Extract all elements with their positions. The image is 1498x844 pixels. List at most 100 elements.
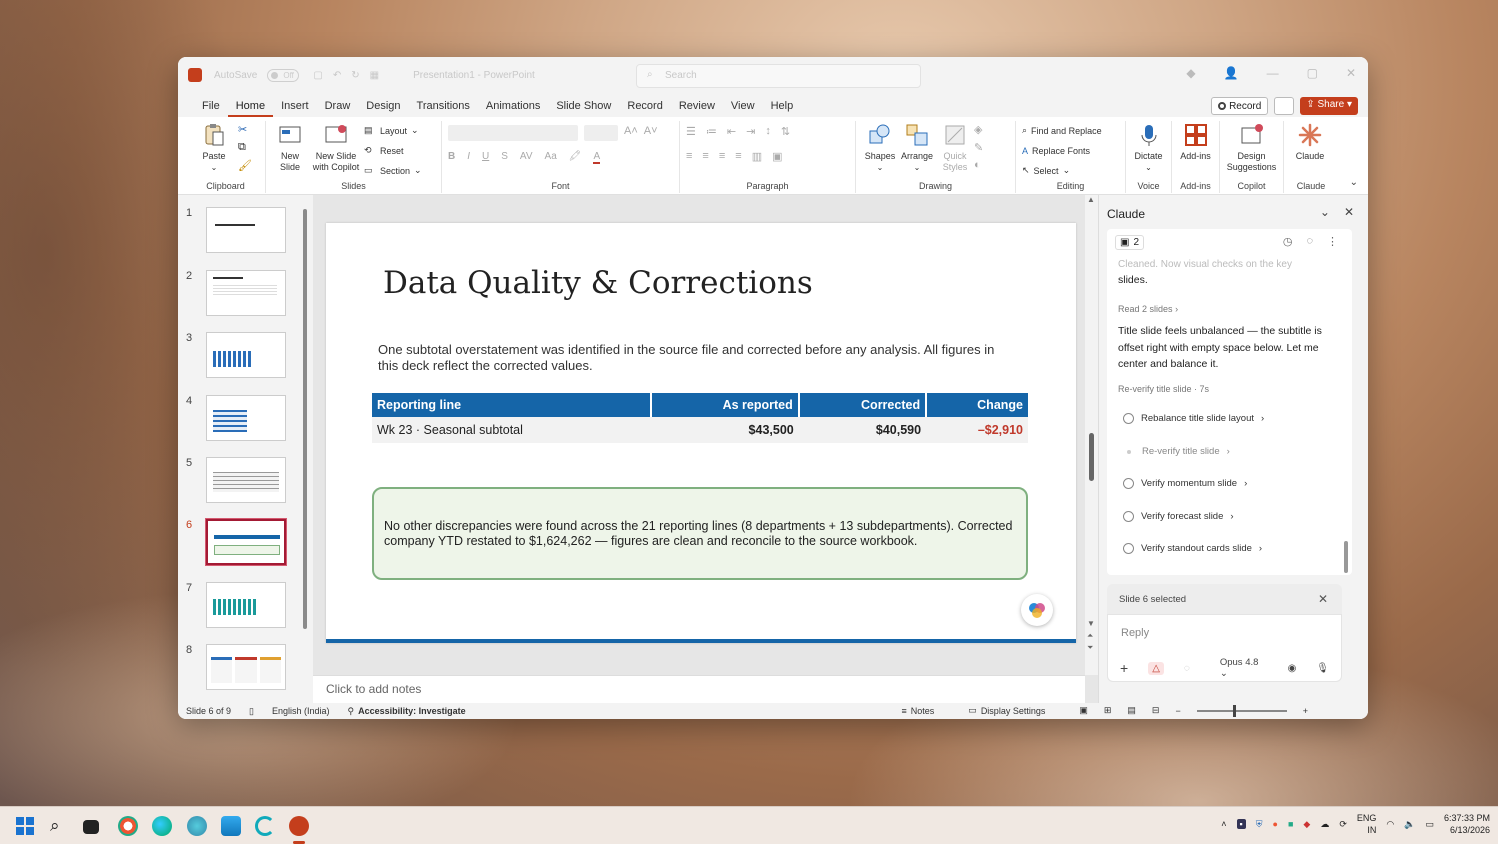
- close-icon[interactable]: ✕: [1344, 205, 1354, 219]
- chrome-icon[interactable]: [118, 816, 138, 836]
- editor-scroll-thumb[interactable]: [1089, 433, 1094, 481]
- copy-icon[interactable]: ⧉: [238, 141, 252, 154]
- app-icon[interactable]: [187, 816, 207, 836]
- microphone-icon[interactable]: 🎙: [1316, 663, 1329, 674]
- file-explorer-icon[interactable]: [221, 816, 241, 836]
- wifi-icon[interactable]: ◠: [1386, 819, 1394, 830]
- save-icon[interactable]: ▢: [313, 70, 322, 81]
- edge-icon[interactable]: [152, 816, 172, 836]
- editor-scrollbar[interactable]: ▲ ▼ ⏶ ⏷: [1085, 195, 1098, 675]
- align-right-icon[interactable]: ≡: [719, 150, 725, 163]
- tray-red-icon[interactable]: ◆: [1303, 819, 1310, 830]
- replace-fonts-button[interactable]: A Replace Fonts: [1022, 143, 1102, 158]
- tray-cloud-icon[interactable]: ☁: [1320, 819, 1329, 830]
- tray-green-icon[interactable]: ■: [1288, 819, 1293, 829]
- task-item[interactable]: Verify standout cards slide ›: [1123, 543, 1262, 554]
- align-center-icon[interactable]: ≡: [702, 150, 708, 163]
- text-direction-icon[interactable]: ⇅: [781, 125, 790, 138]
- callout-box[interactable]: No other discrepancies were found across…: [372, 487, 1028, 580]
- thumbnail-slide-1[interactable]: 1: [186, 207, 286, 257]
- bold-icon[interactable]: B: [448, 151, 455, 164]
- customize-qat-icon[interactable]: ▦: [370, 70, 379, 81]
- model-selector[interactable]: Opus 4.8 ⌄: [1220, 657, 1268, 679]
- thumbnail-slide-6[interactable]: 6: [186, 518, 287, 569]
- thumbnails-scroll-thumb[interactable]: [303, 209, 307, 629]
- shape-fill-icon[interactable]: ◈: [974, 123, 983, 136]
- thumbnail-slide-7[interactable]: 7: [186, 582, 286, 632]
- shrink-font-icon[interactable]: A˅: [644, 125, 658, 141]
- reply-input[interactable]: Reply + △ ◌ Opus 4.8 ⌄ ◉ 🎙: [1107, 614, 1342, 682]
- slide-title[interactable]: Data Quality & Corrections: [383, 265, 813, 301]
- loading-icon[interactable]: ◌: [1184, 663, 1190, 674]
- sync-icon[interactable]: ⟳: [1339, 819, 1347, 830]
- justify-icon[interactable]: ≡: [735, 150, 741, 163]
- autosave-toggle[interactable]: Off: [267, 68, 300, 82]
- line-spacing-icon[interactable]: ↕: [765, 125, 771, 138]
- clock[interactable]: 6:37:33 PM 6/13/2026: [1444, 812, 1490, 836]
- numbering-icon[interactable]: ≔: [706, 125, 717, 138]
- zoom-slider[interactable]: [1196, 704, 1287, 717]
- redo-icon[interactable]: ↻: [351, 70, 359, 81]
- notes-pane[interactable]: Click to add notes: [313, 675, 1085, 703]
- account-icon[interactable]: 👤: [1224, 66, 1239, 80]
- layout-button[interactable]: ▤ Layout ⌄: [364, 123, 422, 138]
- align-text-icon[interactable]: ▣: [772, 150, 782, 163]
- slide-canvas[interactable]: Data Quality & Corrections One subtotal …: [326, 223, 1076, 643]
- search-icon[interactable]: ⌕: [50, 816, 70, 836]
- chevron-up-icon[interactable]: ˄: [1221, 819, 1226, 829]
- thumbnail-slide-2[interactable]: 2: [186, 270, 286, 320]
- task-item[interactable]: Rebalance title slide layout ›: [1123, 413, 1264, 424]
- task-view-icon[interactable]: [83, 820, 99, 834]
- thumbnail-slide-3[interactable]: 3: [186, 332, 286, 382]
- slide-subtitle[interactable]: One subtotal overstatement was identifie…: [378, 342, 1018, 374]
- minimize-icon[interactable]: —: [1267, 66, 1279, 80]
- share-button[interactable]: ⇪ Share ▾: [1300, 97, 1358, 115]
- slide-sorter-icon[interactable]: ⊞: [1104, 705, 1112, 716]
- chat-scroll-thumb[interactable]: [1344, 541, 1348, 573]
- shape-effects-icon[interactable]: ◐: [974, 159, 983, 171]
- maximize-icon[interactable]: ▢: [1307, 66, 1318, 80]
- add-attachment-icon[interactable]: +: [1120, 660, 1128, 676]
- zoom-in-icon[interactable]: +: [1303, 706, 1308, 716]
- context-chip[interactable]: ▣ 2: [1115, 235, 1145, 250]
- start-windows-icon[interactable]: [15, 816, 35, 836]
- char-spacing-icon[interactable]: AV: [520, 151, 533, 164]
- tab-record[interactable]: Record: [619, 100, 670, 117]
- close-icon[interactable]: ✕: [1318, 592, 1328, 606]
- history-icon[interactable]: ◷: [1283, 235, 1293, 248]
- tab-animations[interactable]: Animations: [478, 100, 548, 117]
- powerpoint-taskbar-icon[interactable]: [289, 816, 309, 836]
- grow-font-icon[interactable]: A˄: [624, 125, 638, 141]
- zoom-out-icon[interactable]: −: [1175, 706, 1180, 716]
- decrease-indent-icon[interactable]: ⇤: [727, 125, 736, 138]
- tab-draw[interactable]: Draw: [317, 100, 359, 117]
- align-left-icon[interactable]: ≡: [686, 150, 692, 163]
- next-slide-icon[interactable]: ⏷: [1087, 643, 1093, 653]
- reading-view-icon[interactable]: ▤: [1127, 705, 1136, 716]
- select-button[interactable]: ↖ Select ⌄: [1022, 163, 1102, 178]
- tab-review[interactable]: Review: [671, 100, 723, 117]
- notes-toggle[interactable]: ≡ Notes: [902, 706, 935, 716]
- record-button[interactable]: Record: [1211, 97, 1269, 115]
- strikethrough-icon[interactable]: S: [501, 151, 508, 164]
- font-color-icon[interactable]: A: [593, 151, 601, 164]
- comments-button[interactable]: [1274, 97, 1295, 115]
- increase-indent-icon[interactable]: ⇥: [746, 125, 755, 138]
- previous-slide-icon[interactable]: ⏶: [1087, 631, 1093, 641]
- highlight-icon[interactable]: 🖍: [569, 151, 582, 164]
- tab-slide-show[interactable]: Slide Show: [548, 100, 619, 117]
- scroll-up-icon[interactable]: ▲: [1087, 195, 1095, 204]
- scroll-down-icon[interactable]: ▼: [1087, 619, 1095, 628]
- tab-help[interactable]: Help: [763, 100, 802, 117]
- section-button[interactable]: ▭ Section ⌄: [364, 163, 422, 178]
- find-replace-button[interactable]: ⌕ Find and Replace: [1022, 123, 1102, 138]
- tab-transitions[interactable]: Transitions: [409, 100, 478, 117]
- read-slides-meta[interactable]: Read 2 slides ›: [1118, 304, 1178, 314]
- reset-button[interactable]: ⟲ Reset: [364, 143, 422, 158]
- thumbnail-slide-8[interactable]: 8: [186, 644, 286, 694]
- task-item[interactable]: Verify forecast slide ›: [1123, 511, 1234, 522]
- tab-home[interactable]: Home: [227, 100, 274, 117]
- record-audio-icon[interactable]: ◉: [1288, 663, 1297, 674]
- font-size-select[interactable]: [584, 125, 618, 141]
- bullets-icon[interactable]: ☰: [686, 125, 696, 138]
